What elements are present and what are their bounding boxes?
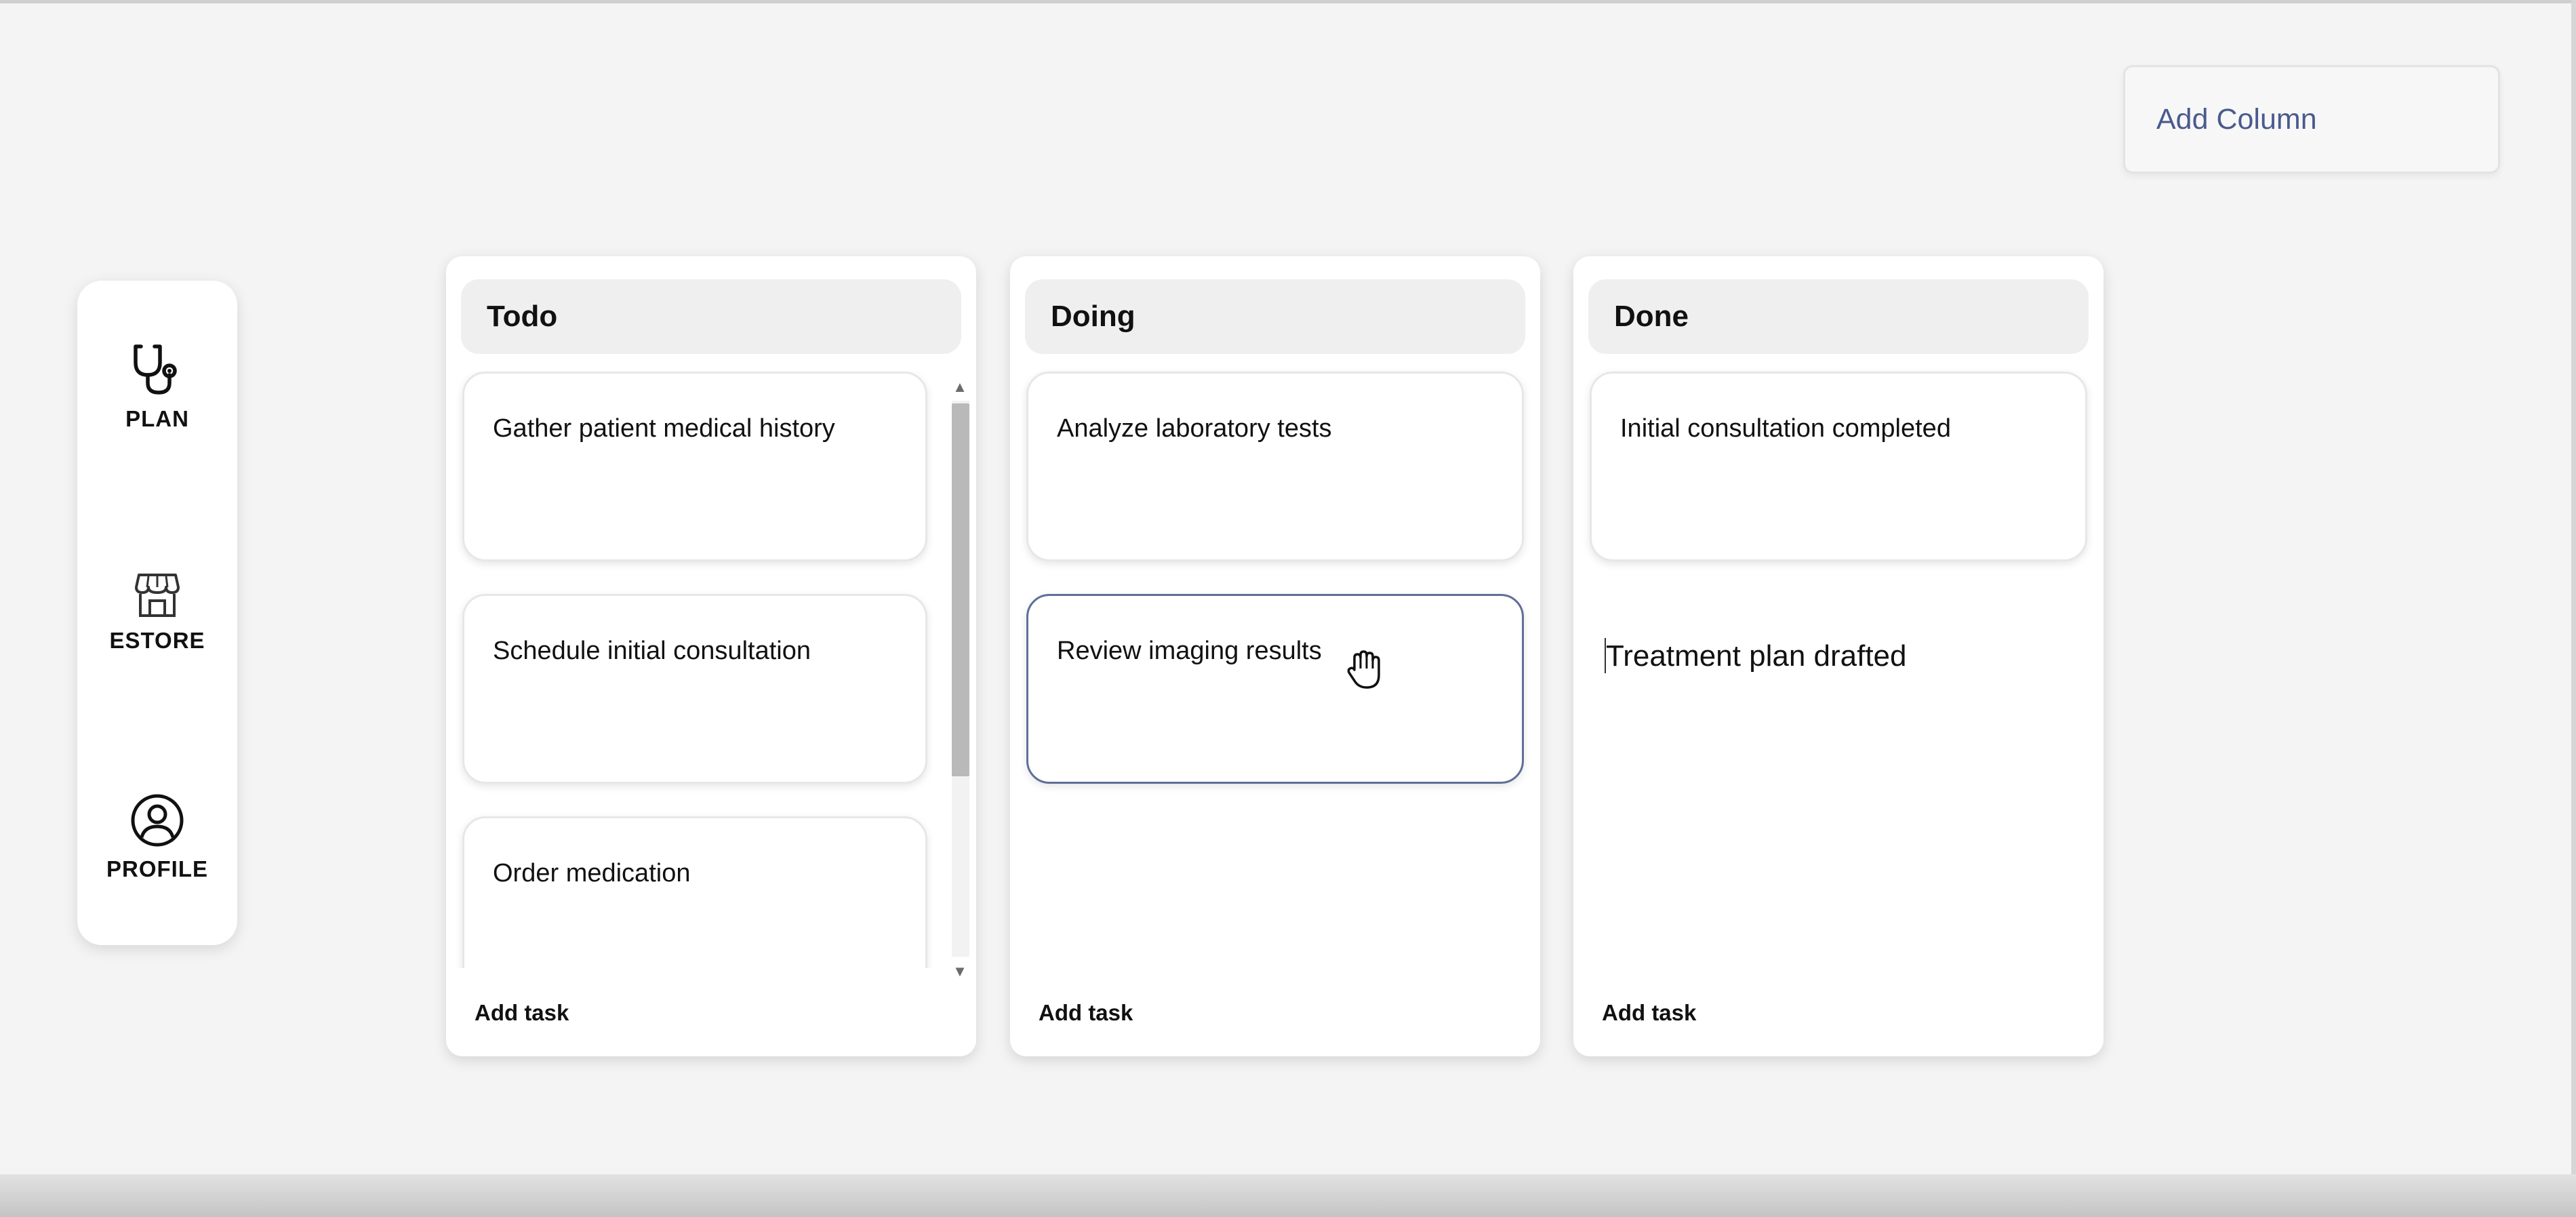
task-card[interactable]: Gather patient medical history: [462, 372, 927, 561]
card-list: Gather patient medical history Schedule …: [446, 372, 976, 968]
add-task-button[interactable]: Add task: [1602, 1000, 1696, 1026]
stethoscope-icon: [129, 341, 186, 398]
column-title: Done: [1588, 279, 2089, 354]
sidebar-item-estore[interactable]: ESTORE: [77, 541, 237, 683]
user-circle-icon: [129, 793, 185, 848]
column-title: Todo: [461, 279, 961, 354]
column-doing: Doing Analyze laboratory tests Review im…: [1010, 256, 1540, 1056]
column-done: Done Initial consultation completed Trea…: [1573, 256, 2104, 1056]
sidebar-item-profile[interactable]: PROFILE: [77, 766, 237, 909]
column-title: Doing: [1025, 279, 1525, 354]
add-column-button[interactable]: Add Column: [2123, 65, 2500, 174]
task-card[interactable]: Initial consultation completed: [1590, 372, 2087, 561]
window-top-edge: [0, 0, 2576, 3]
scroll-thumb[interactable]: [952, 403, 969, 776]
sidebar-item-plan[interactable]: PLAN: [77, 315, 237, 458]
task-card-selected[interactable]: Review imaging results: [1026, 594, 1524, 784]
scroll-up-arrow[interactable]: ▲: [948, 378, 972, 397]
window-bottom-bar: [0, 1174, 2576, 1217]
sidebar-item-label: PROFILE: [106, 856, 208, 881]
scroll-down-arrow[interactable]: ▼: [948, 962, 972, 981]
todo-scrollbar[interactable]: ▲ ▼: [948, 378, 972, 981]
add-task-button[interactable]: Add task: [1039, 1000, 1133, 1026]
window-right-edge: [2571, 0, 2576, 1174]
add-task-button[interactable]: Add task: [475, 1000, 569, 1026]
column-todo: Todo Gather patient medical history Sche…: [446, 256, 976, 1056]
task-card[interactable]: Analyze laboratory tests: [1026, 372, 1524, 561]
task-card[interactable]: Schedule initial consultation: [462, 594, 927, 784]
task-card[interactable]: Order medication: [462, 816, 927, 968]
sidebar-item-label: ESTORE: [109, 628, 205, 653]
task-edit-input[interactable]: Treatment plan drafted: [1606, 639, 1907, 673]
store-icon: [134, 571, 181, 620]
sidebar-item-label: PLAN: [125, 406, 189, 431]
